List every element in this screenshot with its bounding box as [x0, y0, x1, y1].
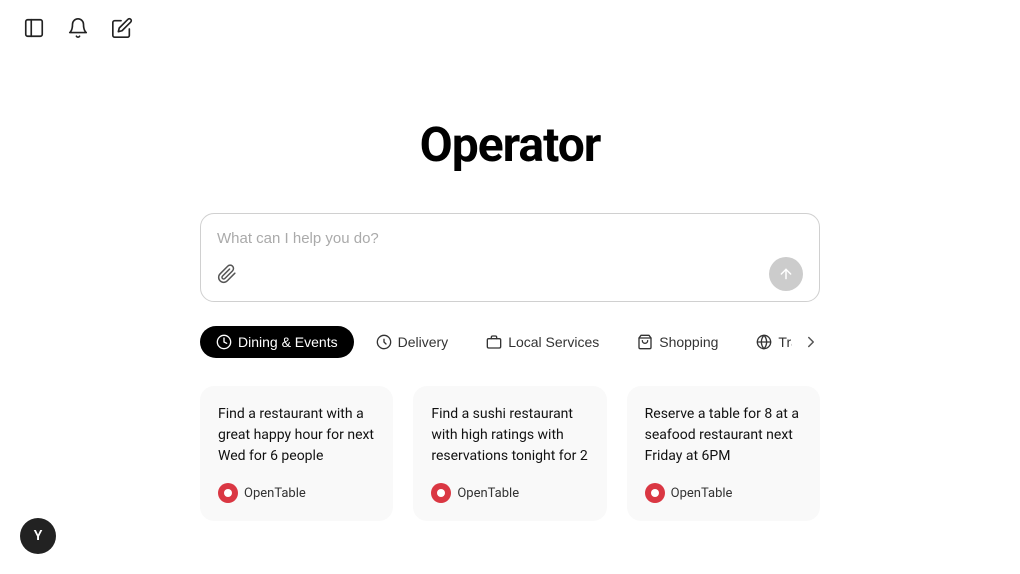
card-3-footer: OpenTable: [645, 483, 802, 503]
tabs-scroll: Dining & Events Delivery: [200, 326, 792, 358]
search-bottom-row: [217, 257, 803, 291]
tab-delivery-label: Delivery: [398, 334, 449, 350]
tab-travel[interactable]: Travel: [740, 326, 792, 358]
tab-local-services-label: Local Services: [508, 334, 599, 350]
travel-icon: [756, 334, 772, 350]
opentable-logo-inner-3: [651, 489, 659, 497]
card-1-text: Find a restaurant with a great happy hou…: [218, 404, 375, 467]
card-3-service: OpenTable: [671, 486, 733, 501]
card-1-service: OpenTable: [244, 486, 306, 501]
search-container: [200, 213, 820, 302]
page-title: Operator: [420, 116, 601, 173]
opentable-logo-3: [645, 483, 665, 503]
card-3-text: Reserve a table for 8 at a seafood resta…: [645, 404, 802, 467]
tab-shopping-label: Shopping: [659, 334, 718, 350]
sidebar-icon[interactable]: [20, 14, 48, 42]
card-2-text: Find a sushi restaurant with high rating…: [431, 404, 588, 467]
tab-delivery[interactable]: Delivery: [360, 326, 465, 358]
cards-container: Find a restaurant with a great happy hou…: [200, 386, 820, 521]
card-1[interactable]: Find a restaurant with a great happy hou…: [200, 386, 393, 521]
opentable-logo-2: [431, 483, 451, 503]
dining-icon: [216, 334, 232, 350]
tab-local-services[interactable]: Local Services: [470, 326, 615, 358]
tabs-container: Dining & Events Delivery: [200, 326, 820, 358]
card-2-service: OpenTable: [457, 486, 519, 501]
tabs-more-button[interactable]: [802, 333, 820, 351]
shopping-icon: [637, 334, 653, 350]
card-2-footer: OpenTable: [431, 483, 588, 503]
tab-shopping[interactable]: Shopping: [621, 326, 734, 358]
opentable-logo-inner-2: [437, 489, 445, 497]
bell-icon[interactable]: [64, 14, 92, 42]
tab-travel-label: Travel: [778, 334, 792, 350]
top-bar: [0, 0, 1020, 56]
opentable-logo-inner-1: [224, 489, 232, 497]
main-content: Operator: [0, 56, 1020, 521]
local-services-icon: [486, 334, 502, 350]
delivery-icon: [376, 334, 392, 350]
user-avatar[interactable]: Y: [20, 518, 56, 554]
opentable-logo-1: [218, 483, 238, 503]
card-1-footer: OpenTable: [218, 483, 375, 503]
attach-icon[interactable]: [217, 264, 237, 284]
card-3[interactable]: Reserve a table for 8 at a seafood resta…: [627, 386, 820, 521]
tab-dining-events[interactable]: Dining & Events: [200, 326, 354, 358]
send-button[interactable]: [769, 257, 803, 291]
search-input[interactable]: [217, 230, 803, 247]
card-2[interactable]: Find a sushi restaurant with high rating…: [413, 386, 606, 521]
tab-dining-events-label: Dining & Events: [238, 334, 338, 350]
edit-icon[interactable]: [108, 14, 136, 42]
